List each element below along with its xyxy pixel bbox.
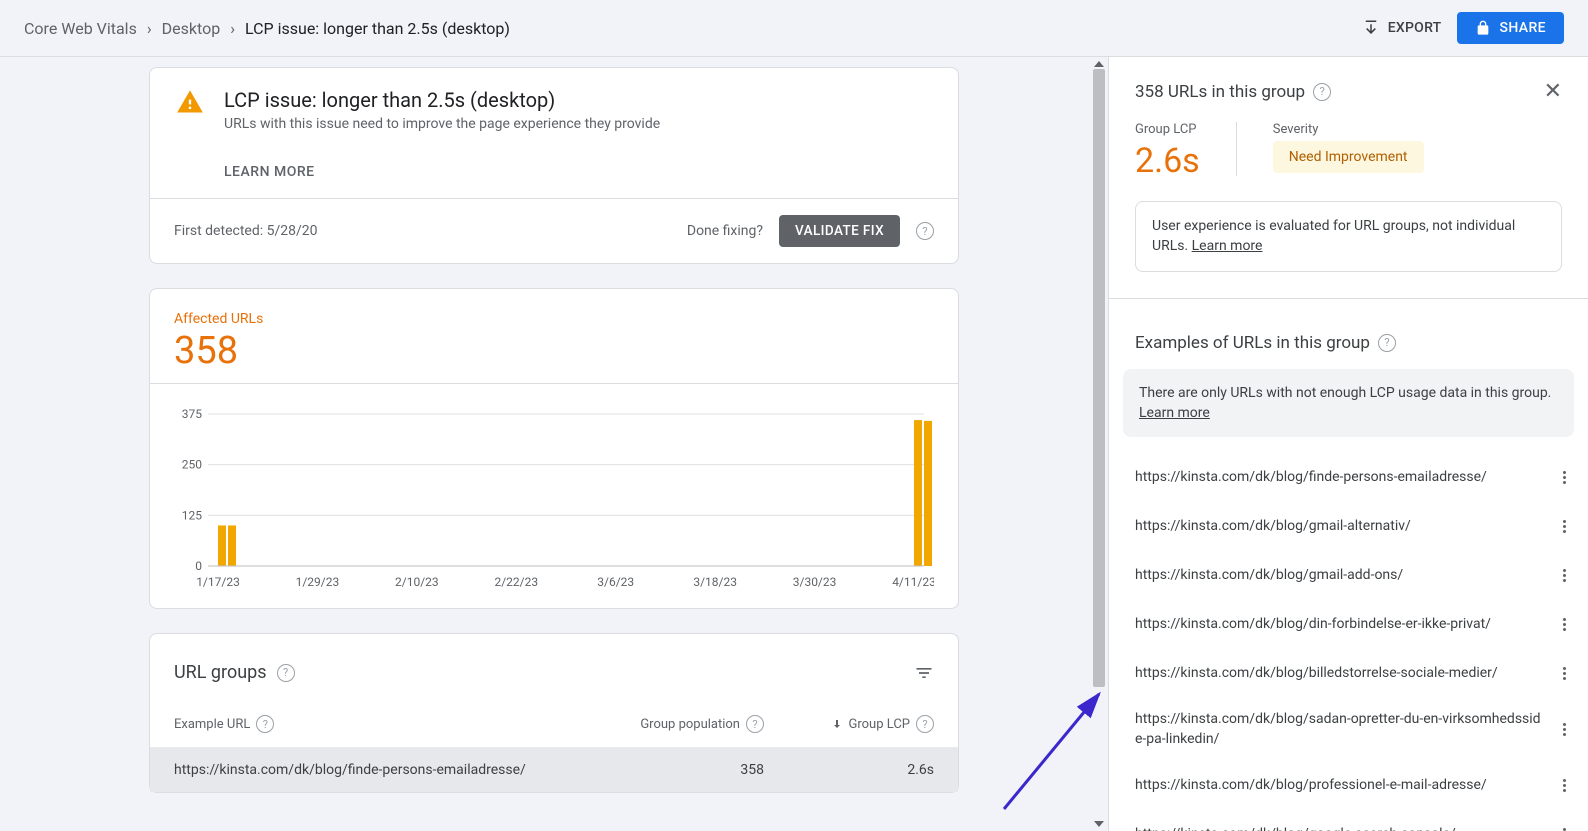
annotation-arrow xyxy=(994,679,1108,819)
url-item[interactable]: https://kinsta.com/dk/blog/billedstorrel… xyxy=(1109,649,1588,698)
divider xyxy=(1236,122,1237,176)
issue-card: LCP issue: longer than 2.5s (desktop) UR… xyxy=(149,67,959,264)
help-icon[interactable]: ? xyxy=(916,222,934,240)
export-label: EXPORT xyxy=(1388,20,1442,36)
url-text: https://kinsta.com/dk/blog/billedstorrel… xyxy=(1135,664,1557,684)
row-population: 358 xyxy=(594,762,764,778)
url-list: https://kinsta.com/dk/blog/finde-persons… xyxy=(1109,447,1588,831)
help-icon[interactable]: ? xyxy=(916,715,934,733)
kebab-icon[interactable] xyxy=(1557,717,1572,742)
url-text: https://kinsta.com/dk/blog/gmail-alterna… xyxy=(1135,517,1557,537)
learn-more-link[interactable]: Learn more xyxy=(1139,405,1210,421)
row-example-url: https://kinsta.com/dk/blog/finde-persons… xyxy=(174,762,594,778)
url-group-row[interactable]: https://kinsta.com/dk/blog/finde-persons… xyxy=(150,747,958,792)
first-detected-label: First detected: 5/28/20 xyxy=(174,223,317,239)
page-header: Core Web Vitals › Desktop › LCP issue: l… xyxy=(0,0,1588,57)
affected-urls-card: Affected URLs 358 0 125 250 375 1/17/23 1/29/… xyxy=(149,288,959,609)
help-icon[interactable]: ? xyxy=(746,715,764,733)
svg-text:3/6/23: 3/6/23 xyxy=(597,575,634,589)
url-groups-title: URL groups xyxy=(174,662,267,683)
warning-triangle-icon xyxy=(174,88,206,116)
affected-chart: 0 125 250 375 1/17/23 1/29/23 2/10/23 2/22/23 3/… xyxy=(150,384,958,608)
svg-text:375: 375 xyxy=(182,407,202,421)
affected-label: Affected URLs xyxy=(174,311,934,327)
examples-title: Examples of URLs in this group xyxy=(1135,333,1370,353)
svg-text:250: 250 xyxy=(182,458,202,472)
url-text: https://kinsta.com/dk/blog/professionel-… xyxy=(1135,776,1557,796)
url-text: https://kinsta.com/dk/blog/din-forbindel… xyxy=(1135,615,1557,635)
url-item[interactable]: https://kinsta.com/dk/blog/din-forbindel… xyxy=(1109,600,1588,649)
svg-text:3/30/23: 3/30/23 xyxy=(793,575,837,589)
url-item[interactable]: https://kinsta.com/dk/blog/google-search… xyxy=(1109,810,1588,831)
info-box: User experience is evaluated for URL gro… xyxy=(1135,201,1562,272)
gray-info-box: There are only URLs with not enough LCP … xyxy=(1123,369,1574,438)
scrollbar[interactable] xyxy=(1092,57,1106,831)
svg-text:0: 0 xyxy=(195,559,202,573)
url-groups-card: URL groups ? Example URL ? Group populat… xyxy=(149,633,959,793)
chevron-right-icon: › xyxy=(230,19,235,38)
share-label: SHARE xyxy=(1499,20,1546,36)
validate-fix-button[interactable]: VALIDATE FIX xyxy=(779,215,900,247)
url-item[interactable]: https://kinsta.com/dk/blog/gmail-alterna… xyxy=(1109,502,1588,551)
affected-count: 358 xyxy=(174,329,934,373)
svg-text:4/11/23: 4/11/23 xyxy=(892,575,934,589)
gray-text: There are only URLs with not enough LCP … xyxy=(1139,385,1551,401)
url-item[interactable]: https://kinsta.com/dk/blog/professionel-… xyxy=(1109,761,1588,810)
url-text: https://kinsta.com/dk/blog/gmail-add-ons… xyxy=(1135,566,1557,586)
learn-more-link[interactable]: Learn more xyxy=(1192,238,1263,254)
main-content: LCP issue: longer than 2.5s (desktop) UR… xyxy=(0,57,1108,831)
done-fixing-label: Done fixing? xyxy=(687,223,763,239)
lock-icon xyxy=(1475,20,1491,36)
svg-text:2/22/23: 2/22/23 xyxy=(494,575,538,589)
help-icon[interactable]: ? xyxy=(277,664,295,682)
side-panel: 358 URLs in this group ? ✕ Group LCP 2.6… xyxy=(1108,57,1588,831)
svg-text:2/10/23: 2/10/23 xyxy=(395,575,439,589)
url-text: https://kinsta.com/dk/blog/google-search… xyxy=(1135,825,1557,831)
close-icon[interactable]: ✕ xyxy=(1544,79,1562,104)
kebab-icon[interactable] xyxy=(1557,661,1572,686)
scroll-down-icon[interactable] xyxy=(1094,821,1104,827)
sort-down-icon xyxy=(831,718,843,730)
svg-text:1/29/23: 1/29/23 xyxy=(296,575,340,589)
issue-subtitle: URLs with this issue need to improve the… xyxy=(224,116,660,132)
learn-more-button[interactable]: LEARN MORE xyxy=(224,164,660,180)
kebab-icon[interactable] xyxy=(1557,465,1572,490)
url-groups-table-header: Example URL ? Group population ? Group L… xyxy=(150,701,958,747)
url-item[interactable]: https://kinsta.com/dk/blog/finde-persons… xyxy=(1109,453,1588,502)
kebab-icon[interactable] xyxy=(1557,612,1572,637)
breadcrumb-root[interactable]: Core Web Vitals xyxy=(24,19,137,38)
url-item[interactable]: https://kinsta.com/dk/blog/sadan-oprette… xyxy=(1109,698,1588,761)
help-icon[interactable]: ? xyxy=(256,715,274,733)
issue-title: LCP issue: longer than 2.5s (desktop) xyxy=(224,88,660,112)
filter-icon[interactable] xyxy=(914,663,934,683)
url-text: https://kinsta.com/dk/blog/sadan-oprette… xyxy=(1135,710,1557,749)
group-lcp-label: Group LCP xyxy=(1135,122,1200,137)
group-lcp-value: 2.6s xyxy=(1135,141,1200,181)
breadcrumb: Core Web Vitals › Desktop › LCP issue: l… xyxy=(24,19,510,38)
col-group-lcp[interactable]: Group LCP xyxy=(849,717,911,732)
col-example-url[interactable]: Example URL xyxy=(174,717,250,732)
panel-title: 358 URLs in this group xyxy=(1135,82,1305,102)
row-lcp: 2.6s xyxy=(764,762,934,778)
severity-badge: Need Improvement xyxy=(1273,141,1424,173)
severity-label: Severity xyxy=(1273,122,1424,137)
chevron-right-icon: › xyxy=(147,19,152,38)
export-button[interactable]: EXPORT xyxy=(1362,19,1442,37)
kebab-icon[interactable] xyxy=(1557,563,1572,588)
help-icon[interactable]: ? xyxy=(1378,334,1396,352)
url-text: https://kinsta.com/dk/blog/finde-persons… xyxy=(1135,468,1557,488)
svg-text:125: 125 xyxy=(182,508,202,522)
header-actions: EXPORT SHARE xyxy=(1362,12,1564,44)
svg-text:3/18/23: 3/18/23 xyxy=(693,575,737,589)
kebab-icon[interactable] xyxy=(1557,514,1572,539)
share-button[interactable]: SHARE xyxy=(1457,12,1564,44)
col-group-population[interactable]: Group population xyxy=(640,717,740,732)
kebab-icon[interactable] xyxy=(1557,773,1572,798)
svg-text:1/17/23: 1/17/23 xyxy=(196,575,240,589)
breadcrumb-current: LCP issue: longer than 2.5s (desktop) xyxy=(245,19,510,38)
help-icon[interactable]: ? xyxy=(1313,83,1331,101)
download-icon xyxy=(1362,19,1380,37)
breadcrumb-mid[interactable]: Desktop xyxy=(162,19,221,38)
url-item[interactable]: https://kinsta.com/dk/blog/gmail-add-ons… xyxy=(1109,551,1588,600)
